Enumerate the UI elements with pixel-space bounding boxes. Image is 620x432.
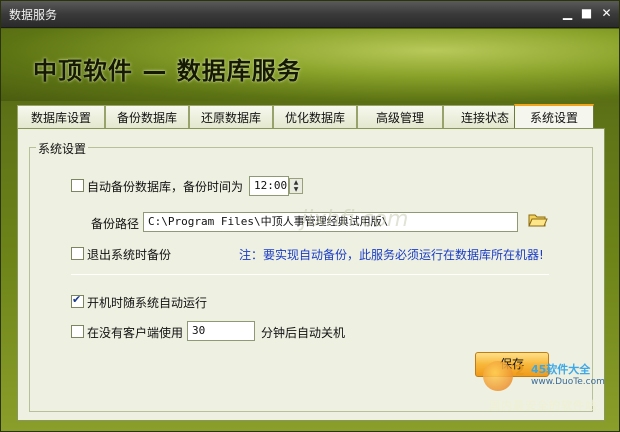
folder-open-icon[interactable] bbox=[528, 212, 548, 228]
group-title: 系统设置 bbox=[36, 140, 89, 157]
time-spinner[interactable]: ▲ ▼ bbox=[289, 178, 303, 194]
backup-path-label: 备份路径 bbox=[91, 217, 140, 231]
auto-start-label: 开机时随系统自动运行 bbox=[87, 296, 208, 310]
brand-title: 中顶软件 — 数据库服务 bbox=[33, 57, 302, 85]
tab-database-settings[interactable]: 数据库设置 bbox=[17, 105, 105, 129]
tab-system-settings[interactable]: 系统设置 bbox=[514, 104, 594, 130]
window-title: 数据服务 bbox=[9, 8, 58, 22]
backup-time-input[interactable]: 12:00 bbox=[249, 176, 289, 196]
backup-on-exit-label: 退出系统时备份 bbox=[87, 248, 172, 262]
title-bar[interactable]: 数据服务 ▁ ■ ✕ bbox=[1, 1, 619, 28]
backup-note: 注：要实现自动备份，此服务必须运行在数据库所在机器! bbox=[239, 248, 544, 262]
maximize-button[interactable]: ■ bbox=[578, 5, 595, 22]
idle-shutdown-suffix: 分钟后自动关机 bbox=[261, 326, 346, 340]
auto-start-checkbox[interactable] bbox=[71, 293, 84, 308]
tab-advanced-management[interactable]: 高级管理 bbox=[357, 105, 443, 129]
backup-on-exit-checkbox[interactable] bbox=[71, 247, 84, 260]
divider bbox=[71, 274, 549, 275]
minimize-button[interactable]: ▁ bbox=[559, 5, 576, 22]
tab-bar: 数据库设置 备份数据库 还原数据库 优化数据库 高级管理 连接状态 系统设置 bbox=[17, 104, 605, 130]
idle-shutdown-checkbox[interactable] bbox=[71, 325, 84, 338]
auto-backup-label: 自动备份数据库，备份时间为 bbox=[87, 180, 244, 194]
auto-backup-checkbox[interactable] bbox=[71, 179, 84, 192]
tab-optimize-database[interactable]: 优化数据库 bbox=[273, 105, 357, 129]
save-button[interactable]: 保存 bbox=[475, 352, 549, 377]
tab-restore-database[interactable]: 还原数据库 bbox=[189, 105, 273, 129]
idle-minutes-input[interactable]: 30 bbox=[187, 321, 255, 341]
backup-path-input[interactable]: C:\Program Files\中顶人事管理经典试用版\ bbox=[143, 212, 518, 232]
idle-shutdown-label: 在没有客户端使用 bbox=[87, 326, 184, 340]
spin-up-icon[interactable]: ▲ bbox=[290, 179, 302, 186]
header-banner: 中顶软件 — 数据库服务 bbox=[1, 29, 619, 101]
close-button[interactable]: ✕ bbox=[598, 5, 615, 22]
spin-down-icon[interactable]: ▼ bbox=[290, 186, 302, 193]
tab-backup-database[interactable]: 备份数据库 bbox=[105, 105, 189, 129]
app-window: 数据服务 ▁ ■ ✕ 中顶软件 — 数据库服务 数据库设置 备份数据库 还原数据… bbox=[0, 0, 620, 432]
